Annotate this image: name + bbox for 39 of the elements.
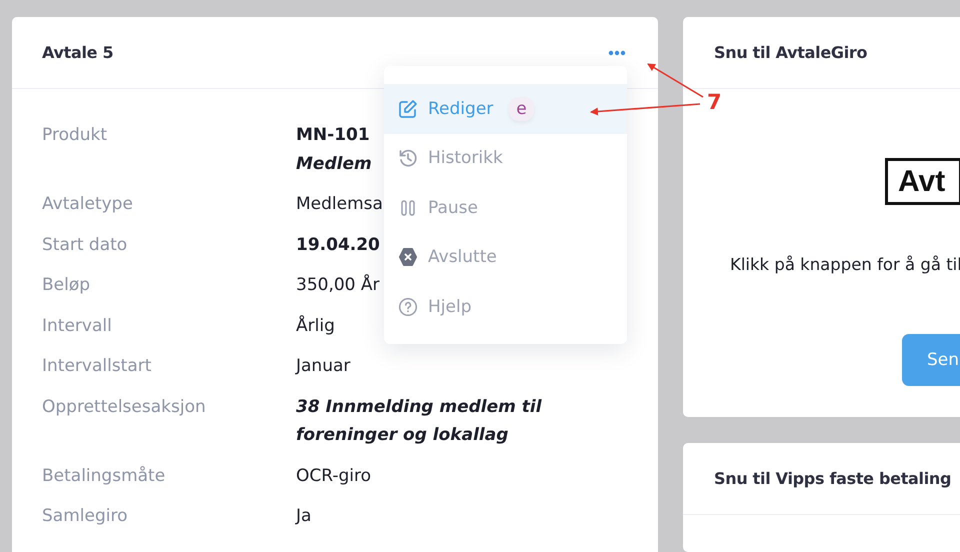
history-icon bbox=[398, 148, 418, 168]
field-label: Betalingsmåte bbox=[42, 464, 166, 488]
card-title: Avtale 5 bbox=[42, 43, 114, 62]
field-value: Medlem bbox=[296, 152, 372, 176]
help-icon bbox=[398, 296, 418, 317]
field-value: MN-101 bbox=[296, 124, 370, 147]
field-value: 350,00 År bbox=[296, 273, 380, 297]
field-label: Produkt bbox=[42, 124, 108, 147]
more-icon bbox=[608, 50, 626, 56]
field-label: Beløp bbox=[42, 274, 92, 297]
field-value: Årlig bbox=[296, 314, 335, 338]
field-label: Avtaletype bbox=[42, 193, 134, 216]
close-icon bbox=[398, 247, 418, 268]
field-value: Medlemsa bbox=[296, 193, 383, 216]
field-label: Samlegiro bbox=[42, 505, 128, 528]
menu-item[interactable]: Avslutte bbox=[384, 232, 627, 282]
description-text: Klikk på knappen for å gå til bbox=[730, 255, 960, 274]
annotation-arrow bbox=[647, 63, 704, 98]
menu-item[interactable]: Hjelp bbox=[384, 282, 627, 332]
field-value: OCR-giro bbox=[296, 464, 372, 488]
send-button[interactable]: Sen bbox=[902, 334, 960, 386]
menu-item[interactable]: Pause bbox=[384, 183, 627, 232]
field-label: Intervall bbox=[42, 314, 113, 338]
pencil-icon bbox=[398, 98, 418, 119]
pause-icon bbox=[401, 200, 415, 216]
shortcut-key: e bbox=[509, 96, 534, 121]
menu-item[interactable]: Rediger e bbox=[384, 84, 627, 134]
card-title: Snu til AvtaleGiro bbox=[714, 43, 868, 62]
field-label: Intervallstart bbox=[42, 355, 152, 378]
field-label: Start dato bbox=[42, 234, 128, 256]
logo: Avt bbox=[885, 158, 960, 205]
field-label: Opprettelsesaksjon bbox=[42, 396, 207, 418]
card-title: Snu til Vipps faste betaling bbox=[714, 469, 952, 488]
field-value: 38 Innmelding medlem til foreninger og lokallag bbox=[296, 396, 543, 447]
field-value: Ja bbox=[296, 505, 312, 528]
field-value: Januar bbox=[296, 355, 350, 378]
annotation-number: 7 bbox=[707, 90, 722, 114]
menu-item[interactable]: Historikk bbox=[384, 134, 627, 183]
field-value: 19.04.20 bbox=[296, 234, 380, 256]
